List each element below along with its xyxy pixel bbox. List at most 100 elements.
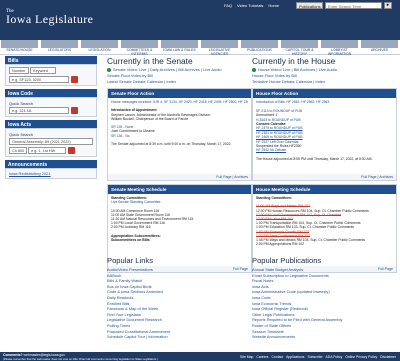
house-bill-archives-link[interactable]: Bill Archives (294, 67, 316, 72)
senate-live-audio-link[interactable]: Live Audio (203, 67, 221, 72)
nav-legislators-image (41, 40, 78, 48)
footer-link[interactable]: Site Map (240, 355, 253, 359)
house-video-live-link[interactable]: House Video: Live (258, 67, 290, 72)
site-header: The Iowa Legislature FAQ Video Tutorials… (0, 0, 400, 40)
senate-title: Currently in the Senate (107, 56, 193, 66)
bill-example-input[interactable]: e.g. SF123, 3200 (9, 76, 69, 83)
site-logo[interactable]: The Iowa Legislature (6, 9, 93, 27)
footer-link[interactable]: Careers (256, 355, 268, 359)
senate-floor-action-title: Senate Floor Action (108, 89, 251, 98)
live-video-icon (107, 67, 111, 72)
nav-senate-house[interactable]: SENATE/HOUSE (0, 40, 40, 54)
footer-link[interactable]: Disclaimer (380, 355, 396, 359)
bill-number-input[interactable]: Number (9, 67, 29, 74)
house-floor-action-footer: Full Page | Archives (253, 174, 396, 180)
senate-floor-action-footer: Full Page | Archives (108, 174, 251, 180)
nav-capitol-tour-image (281, 40, 318, 48)
senate-floor-full-page-link[interactable]: Full Page (216, 175, 231, 179)
house-calendar-link[interactable]: Tentative House Debate Calendar (252, 79, 312, 84)
footer-link[interactable]: Contact (271, 355, 283, 359)
faq-link[interactable]: FAQ (224, 3, 232, 8)
nav-committees-image (121, 40, 158, 48)
senate-video-live-link[interactable]: Senate Video: Live (113, 67, 147, 72)
iowa-acts-box-title: Iowa Acts (5, 120, 97, 128)
nav-capitol-tour[interactable]: CAPITOL TOUR & HISTORY (280, 40, 320, 55)
iowa-code-go-button[interactable] (71, 107, 78, 114)
nav-label: LEGISLATORS (47, 48, 72, 52)
senate-column: Currently in the Senate Senate Video: Li… (107, 56, 252, 273)
iowa-acts-box: Quick Search General Assembly: 89 (2021 … (5, 128, 97, 157)
floor-line: The House adjourned at 8:55 PM until Thu… (256, 157, 373, 162)
nav-publications[interactable]: PUBLICATIONS (240, 40, 280, 54)
nav-label: PUBLICATIONS (247, 48, 272, 52)
nav-agencies[interactable]: LEGISLATIVE AGENCIES (200, 40, 240, 55)
search-button[interactable]: ▸ (384, 2, 392, 9)
site-footer: Comments? webmaster@legis.iowa.gov (Plea… (0, 352, 400, 361)
separator: | (200, 67, 202, 72)
nav-archives[interactable]: ARCHIVES (360, 40, 400, 54)
house-live-audio-link[interactable]: Live Audio (319, 67, 337, 72)
popular-publications-list: Annual State Budget Analysis Email Subsc… (252, 267, 397, 340)
nav-legislation[interactable]: LEGISLATION (80, 40, 120, 54)
house-title: Currently in the House (252, 56, 336, 66)
senate-bill-archives-link[interactable]: Bill Archives (178, 67, 200, 72)
bills-go-button[interactable] (71, 76, 78, 83)
senate-daily-archives-link[interactable]: Daily Archives (150, 67, 175, 72)
house-floor-full-page-link[interactable]: Full Page (361, 175, 376, 179)
publications-select[interactable]: Publications (296, 2, 323, 9)
nav-label: LEGISLATION (88, 48, 111, 52)
nav-lobbyist-image (321, 40, 358, 48)
announcements-box: Iowa Redistricting 2021 (5, 168, 97, 179)
nav-iowa-law-image (161, 40, 198, 48)
footer-link[interactable]: Online Privacy Policy (345, 355, 377, 359)
iowa-acts-chapter-input[interactable]: Ch,800 (9, 147, 27, 154)
announcements-title: Announcements (5, 160, 97, 168)
popular-link[interactable]: Schedule Capitol Tour | Information (107, 334, 252, 340)
home-link[interactable]: Home (268, 3, 279, 8)
senate-floor-action-body: House messages received: SJR 4, SF 3134,… (108, 98, 251, 174)
house-calendar-line: Tentative House Debate Calendar | Index (252, 79, 397, 85)
house-floor-action-title: House Floor Action (253, 89, 396, 98)
announcement-link[interactable]: Iowa Redistricting 2021 (6, 169, 96, 178)
separator: | (291, 67, 293, 72)
senate-index-link[interactable]: Index (166, 79, 176, 84)
publication-link[interactable]: Website Announcements (252, 334, 397, 340)
header-links: FAQ Video Tutorials Home (224, 3, 279, 8)
house-column: Currently in the House House Video: Live… (252, 56, 397, 273)
nav-legislation-image (81, 40, 118, 48)
nav-committees[interactable]: COMMITTEES & INTERIMS (120, 40, 160, 55)
bill-keyword-input[interactable]: Keyword (30, 67, 57, 74)
house-meeting-title: House Meeting Schedule (253, 185, 396, 194)
iowa-acts-example-input[interactable]: e.g. 1, 1st HW (28, 147, 67, 154)
meeting-line: 2:00 PM Appropriations RM 102 (256, 242, 305, 247)
video-tutorials-link[interactable]: Video Tutorials (237, 3, 263, 8)
house-index-link[interactable]: Index (315, 79, 325, 84)
nav-lobbyist[interactable]: LOBBYIST INFORMATION (320, 40, 360, 55)
general-assembly-select[interactable]: General Assembly: 89 (2021 2022) (9, 138, 93, 145)
footer-link[interactable]: Subscribe (307, 355, 322, 359)
nav-label: SENATE/HOUSE (6, 48, 33, 52)
nav-senate-house-image (1, 40, 38, 48)
search-input[interactable]: Enter Search Term (325, 2, 382, 9)
iowa-code-quick-search-label: Quick Search (9, 101, 34, 106)
page: The Iowa Legislature FAQ Video Tutorials… (0, 0, 400, 361)
floor-line[interactable]: House messages received: SJR 4, SF 3134,… (111, 100, 248, 104)
nav-label: IOWA LAW & RULES (163, 48, 196, 52)
meeting-line: Subcommittees on Bills: (111, 238, 151, 243)
nav-iowa-law[interactable]: IOWA LAW & RULES (160, 40, 200, 54)
popular-links-title: Popular Links (107, 256, 154, 265)
live-video-icon (252, 67, 256, 72)
senate-floor-archives-link[interactable]: Archives (234, 175, 248, 179)
nav-legislators[interactable]: LEGISLATORS (40, 40, 80, 54)
bills-box: Number Keyword e.g. SF123, 3200 (5, 64, 97, 86)
house-floor-archives-link[interactable]: Archives (379, 175, 393, 179)
nav-label: ARCHIVES (370, 48, 389, 52)
footer-link[interactable]: ADA Policy (326, 355, 343, 359)
separator: | (316, 67, 318, 72)
senate-calendar-link[interactable]: Latest Senate Debate Calendar (107, 79, 163, 84)
iowa-code-search-input[interactable]: e.g. 321.1A (9, 107, 69, 114)
iowa-code-box: Quick Search e.g. 321.1A (5, 97, 97, 117)
nav-publications-image (241, 40, 278, 48)
iowa-acts-go-button[interactable] (68, 147, 76, 154)
footer-link[interactable]: Applications (286, 355, 304, 359)
